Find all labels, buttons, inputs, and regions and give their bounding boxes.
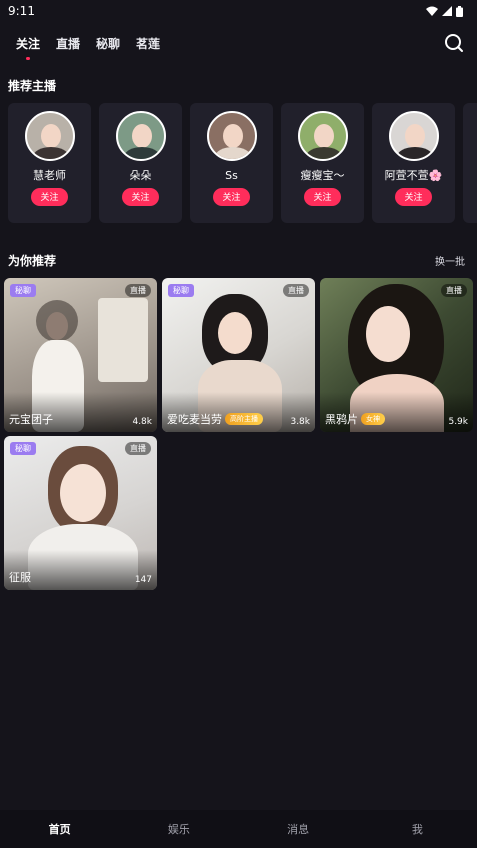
tab-minglian[interactable]: 茗莲 <box>136 35 160 52</box>
anchor-name: 阿萱不萱🌸 <box>384 169 443 182</box>
top-tab-bar: 关注 直播 秘聊 茗莲 <box>0 28 477 60</box>
live-badge: 直播 <box>125 442 151 455</box>
stream-tile[interactable]: 秘聊 直播 征服 147 <box>4 436 157 590</box>
live-badge: 直播 <box>441 284 467 297</box>
level-badge: 高阶主播 <box>225 413 263 425</box>
tab-private-chat[interactable]: 秘聊 <box>96 35 120 52</box>
avatar <box>388 111 439 161</box>
follow-button[interactable]: 关注 <box>31 188 68 206</box>
stream-name: 爱吃麦当劳 高阶主播 <box>167 411 263 427</box>
bottom-nav: 首页 娱乐 消息 我 <box>0 810 477 848</box>
refresh-button[interactable]: 换一批 <box>435 253 465 268</box>
stream-name: 黑鸦片 女神 <box>325 411 385 427</box>
anchor-card[interactable]: 朵朵 关注 <box>99 103 182 223</box>
anchor-card[interactable]: 瘦瘦宝～ 关注 <box>281 103 364 223</box>
stream-tile[interactable]: 直播 黑鸦片 女神 5.9k <box>320 278 473 432</box>
tab-follow[interactable]: 关注 <box>16 35 40 60</box>
signal-icon <box>442 6 452 16</box>
follow-button[interactable]: 关注 <box>395 188 432 206</box>
stream-name: 征服 <box>9 569 31 585</box>
stream-name-text: 爱吃麦当劳 <box>167 413 222 426</box>
live-badge: 直播 <box>283 284 309 297</box>
anchor-name: Ss <box>225 169 238 182</box>
stream-name: 元宝团子 <box>9 411 53 427</box>
follow-button[interactable]: 关注 <box>122 188 159 206</box>
follow-button[interactable]: 关注 <box>304 188 341 206</box>
avatar <box>115 111 166 161</box>
viewer-count: 147 <box>134 575 152 585</box>
tag-badge: 秘聊 <box>168 284 194 297</box>
anchor-card[interactable]: 慧老师 关注 <box>8 103 91 223</box>
tab-live[interactable]: 直播 <box>56 35 80 52</box>
stream-name-text: 征服 <box>9 571 31 584</box>
avatar <box>24 111 75 161</box>
stream-name-text: 元宝团子 <box>9 413 53 426</box>
nav-me[interactable]: 我 <box>358 821 477 837</box>
section-title-recommended: 推荐主播 <box>8 79 57 93</box>
anchor-list: 慧老师 关注 朵朵 关注 Ss 关注 瘦瘦宝～ 关注 阿萱不萱🌸 关注 <box>8 103 477 223</box>
anchor-card-partial[interactable] <box>463 103 477 223</box>
anchor-name: 瘦瘦宝～ <box>300 169 345 182</box>
avatar <box>206 111 257 161</box>
nav-messages[interactable]: 消息 <box>239 821 358 837</box>
level-badge: 女神 <box>361 413 385 425</box>
stream-tile[interactable]: 秘聊 直播 爱吃麦当劳 高阶主播 3.8k <box>162 278 315 432</box>
anchor-card[interactable]: Ss 关注 <box>190 103 273 223</box>
anchor-name: 慧老师 <box>33 169 66 182</box>
avatar <box>297 111 348 161</box>
nav-home[interactable]: 首页 <box>0 821 119 837</box>
viewer-count: 5.9k <box>448 417 468 427</box>
status-icons <box>426 5 463 17</box>
wifi-icon <box>426 6 438 16</box>
anchor-card[interactable]: 阿萱不萱🌸 关注 <box>372 103 455 223</box>
status-bar: 9:11 <box>0 0 477 22</box>
tag-badge: 秘聊 <box>10 442 36 455</box>
viewer-count: 3.8k <box>290 417 310 427</box>
section-title-for-you: 为你推荐 <box>8 254 57 268</box>
follow-button[interactable]: 关注 <box>213 188 250 206</box>
anchor-name: 朵朵 <box>129 169 152 182</box>
battery-icon <box>456 5 463 17</box>
status-time: 9:11 <box>8 4 35 18</box>
live-badge: 直播 <box>125 284 151 297</box>
stream-name-text: 黑鸦片 <box>325 413 358 426</box>
tag-badge: 秘聊 <box>10 284 36 297</box>
search-icon[interactable] <box>443 32 465 54</box>
viewer-count: 4.8k <box>132 417 152 427</box>
stream-tile[interactable]: 秘聊 直播 元宝团子 4.8k <box>4 278 157 432</box>
nav-entertainment[interactable]: 娱乐 <box>119 821 238 837</box>
